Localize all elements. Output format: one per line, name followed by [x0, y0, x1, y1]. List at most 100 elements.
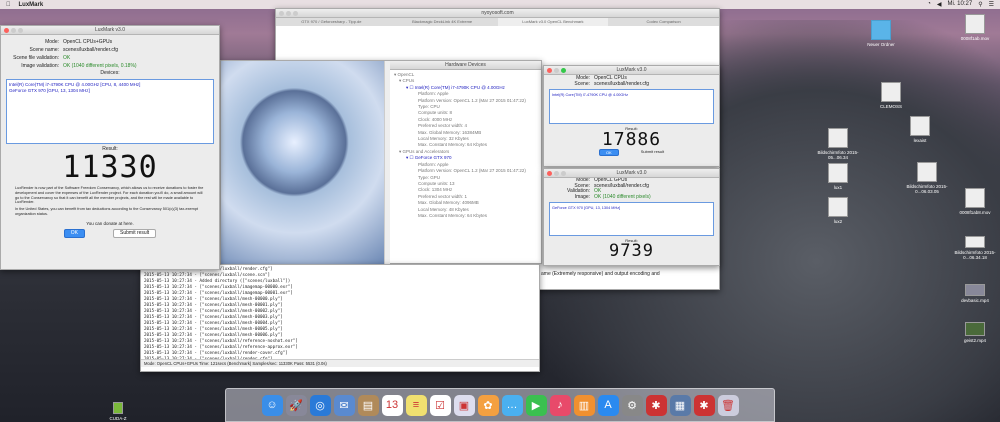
desktop-icon-file[interactable]: Bildschirmfoto 2015-0...06.03.05: [904, 162, 950, 194]
devices-label: Devices:: [100, 70, 120, 76]
wifi-icon[interactable]: ◔: [927, 1, 931, 8]
desktop-icon-app[interactable]: CUDA-Z: [95, 402, 141, 421]
messages-icon[interactable]: …: [501, 394, 523, 416]
contacts-icon[interactable]: ▤: [357, 394, 379, 416]
result-value: 17886: [601, 129, 662, 150]
devices-list[interactable]: Intel(R) Core(TM) i7-4790K CPU @ 4.00GHz: [549, 89, 714, 124]
system-preferences-icon[interactable]: ⚙: [621, 394, 643, 416]
calendar-icon[interactable]: 13: [381, 394, 403, 416]
reminders-icon[interactable]: ☑: [429, 394, 451, 416]
luxrender-icon[interactable]: ✱: [693, 394, 715, 416]
tab-active[interactable]: LuxMark v3.0 OpenCL Benchmark: [497, 18, 609, 26]
browser-titlebar: nyoyosoft.com: [276, 9, 719, 18]
launchpad-icon[interactable]: 🚀: [285, 394, 307, 416]
log-output: 2015-05-13 10:27:34 - ["scenes/luxball/r…: [141, 265, 539, 359]
finder-icon[interactable]: ☺: [261, 394, 283, 416]
desktop-icon-drive[interactable]: CLEMOSS: [868, 82, 914, 109]
clock[interactable]: Mi. 10:27: [948, 1, 973, 8]
donate-link[interactable]: You can donate at here.: [1, 221, 219, 226]
ok-button[interactable]: OK: [63, 228, 86, 238]
itunes-icon[interactable]: ♪: [549, 394, 571, 416]
screenshot-icon: [828, 128, 848, 148]
screenshot-icon: [828, 197, 848, 217]
mode-value: OpenCL CPUs+GPUs: [63, 39, 113, 45]
luxmark-icon[interactable]: ✱: [645, 394, 667, 416]
tab[interactable]: Blackmagic DeckLink 4K Extreme: [387, 18, 498, 26]
devices-list[interactable]: Intel(R) Core(TM) i7-4790K CPU @ 4.00GHz…: [6, 79, 214, 144]
image-icon[interactable]: ▦: [669, 394, 691, 416]
hardware-header: Hardware Devices: [390, 61, 541, 70]
titlebar: LuxMark v3.0: [1, 26, 219, 35]
render-preview: [221, 61, 384, 264]
label: Mode:: [45, 39, 59, 45]
desktop-icon-file[interactable]: geist2.mp4: [952, 322, 998, 343]
desktop-icon-file[interactable]: Bildschirmfoto 2015-0...06.34.18: [952, 236, 998, 260]
ibooks-icon[interactable]: ▥: [573, 394, 595, 416]
volume-icon[interactable]: ◀: [937, 1, 942, 8]
device-item[interactable]: Intel(R) Core(TM) i7-4790K CPU @ 4.00GHz: [552, 93, 628, 97]
tab-bar: GTX 970 / Geforcesharp - Tipp.de Blackma…: [276, 18, 719, 26]
submit-result-button[interactable]: Submit result: [641, 149, 664, 156]
image-validation-value: OK (1040 different pixels, 0.18%): [63, 63, 137, 69]
result-value: 9739: [609, 241, 654, 261]
device-property: Max. Constant Memory: 64 Kbytes: [418, 212, 488, 218]
tab[interactable]: GTX 970 / Geforcesharp - Tipp.de: [276, 18, 387, 26]
hardware-title: Hardware Devices: [445, 62, 486, 68]
quicktime-icon: [965, 188, 985, 208]
photos-icon[interactable]: ✿: [477, 394, 499, 416]
label: Image validation:: [21, 63, 59, 69]
window-title: LuxMark v3.0: [616, 170, 647, 176]
desktop-icon-file[interactable]: lux1: [815, 163, 861, 190]
preview-icon[interactable]: ▣: [453, 394, 475, 416]
render-window: Hardware Devices ▾ OpenCL ▾ CPUs ▾ ☐ Int…: [220, 60, 542, 264]
info-text: LuxRender is now part of the Software Fr…: [15, 186, 204, 205]
folder-icon: [871, 20, 891, 40]
video-icon: [965, 284, 985, 296]
desktop-icon-file[interactable]: lexaist: [897, 116, 943, 143]
quicktime-icon: [965, 14, 985, 34]
desktop-icon-file[interactable]: devbasic.mp4: [952, 284, 998, 303]
validation-value: OK: [63, 55, 71, 61]
notification-icon[interactable]: ☰: [989, 1, 994, 8]
label: Scene name:: [29, 47, 59, 53]
device-item[interactable]: GeForce GTX 970 [GPU, 13, 1304 MHz]: [552, 206, 620, 210]
url-bar[interactable]: nyoyosoft.com: [276, 10, 719, 16]
dock: ☺ 🚀 ◎ ✉ ▤ 13 ≡ ☑ ▣ ✿… ▶ ♪ ▥ A ⚙ ✱ ▦ ✱ 🗑: [225, 388, 775, 422]
result-value: 11330: [62, 150, 158, 185]
desktop-icon-file[interactable]: lux2: [815, 197, 861, 224]
screenshot-icon: [917, 162, 937, 182]
window-title: LuxMark v3.0: [616, 67, 647, 73]
status-bar: Mode: OpenCL CPUs+GPUs Time: 121secs (Be…: [141, 359, 539, 367]
appstore-icon[interactable]: A: [597, 394, 619, 416]
spotlight-icon[interactable]: ⚲: [978, 1, 982, 8]
video-icon: [965, 322, 985, 336]
log-window: 2015-05-13 10:27:34 - ["scenes/luxball/r…: [140, 264, 540, 372]
luxmark-window: LuxMark v3.0 Mode: OpenCL CPUs+GPUs Scene…: [0, 25, 220, 270]
article-text: ame (Extremely responsive) and output en…: [541, 271, 660, 277]
notes-icon[interactable]: ≡: [405, 394, 427, 416]
desktop-icon-file[interactable]: 0008f1ab8.mov: [952, 188, 998, 215]
devices-list[interactable]: GeForce GTX 970 [GPU, 13, 1304 MHz]: [549, 202, 714, 236]
screenshot-icon: [828, 163, 848, 183]
ok-button[interactable]: OK: [598, 149, 619, 156]
facetime-icon[interactable]: ▶: [525, 394, 547, 416]
desktop-icon-file[interactable]: Bildschirmfoto 2015-05...06.34: [815, 128, 861, 160]
luxmark-gpu-window: LuxMark v3.0 Mode: OpenCL GPUs Scene: scen…: [543, 168, 720, 266]
desktop-icon-file[interactable]: 0008f1ab.mov: [952, 14, 998, 41]
label: Scene file validation:: [13, 55, 59, 61]
mail-icon[interactable]: ✉: [333, 394, 355, 416]
scene-value: scenes/luxball/render.cfg: [594, 81, 650, 87]
safari-icon[interactable]: ◎: [309, 394, 331, 416]
trash-icon[interactable]: 🗑: [717, 394, 739, 416]
drive-icon: [881, 82, 901, 102]
info-text: In the United States, you can benefit fr…: [15, 207, 198, 216]
submit-result-button[interactable]: Submit result: [113, 228, 157, 238]
device-item[interactable]: GeForce GTX 970 [GPU, 13, 1304 MHz]: [9, 88, 211, 94]
tab[interactable]: Codec Comparison: [608, 18, 719, 26]
apple-icon[interactable]: : [6, 2, 11, 8]
window-title: LuxMark v3.0: [94, 27, 125, 33]
scene-value: scenes/luxball/render.cfg: [63, 47, 119, 53]
desktop-icon-folder[interactable]: Neuer Ordner: [858, 20, 904, 47]
image-validation-value: OK (1040 different pixels): [594, 193, 651, 200]
app-menu[interactable]: LuxMark: [19, 2, 44, 8]
